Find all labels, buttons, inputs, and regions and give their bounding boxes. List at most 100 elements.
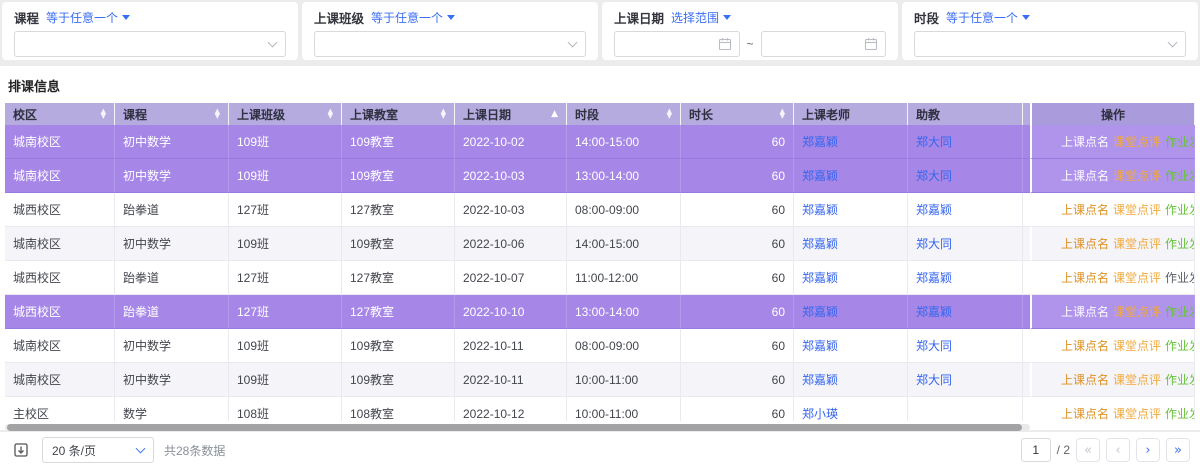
cell-3: 109教室	[342, 363, 455, 397]
table-row[interactable]: 城南校区 初中数学 109班 109教室 2022-10-11 08:00-09:00 60…	[5, 329, 1195, 363]
column-header-6[interactable]: 时长 ▲ ▼	[681, 103, 794, 125]
table-row[interactable]: 城南校区 初中数学 109班 109教室 2022-10-11 10:00-11:00 60…	[5, 363, 1195, 397]
homework-publish-link[interactable]: 作业发布	[1165, 134, 1194, 150]
class-review-link[interactable]: 课堂点评	[1113, 168, 1161, 184]
teacher-link[interactable]: 郑嘉颖	[802, 133, 838, 150]
column-header-label: 助教	[916, 107, 941, 122]
assistant-link[interactable]: 郑大同	[916, 371, 952, 388]
homework-publish-link[interactable]: 作业发布	[1165, 304, 1194, 320]
class-review-link[interactable]: 课堂点评	[1113, 372, 1161, 388]
class-review-link[interactable]: 课堂点评	[1113, 304, 1161, 320]
column-header-4[interactable]: 上课日期 ▲	[455, 103, 567, 125]
roll-call-link[interactable]: 上课点名	[1061, 372, 1109, 388]
cell-2: 127班	[229, 193, 342, 227]
teacher-link[interactable]: 郑嘉颖	[802, 337, 838, 354]
class-review-link[interactable]: 课堂点评	[1113, 202, 1161, 218]
cell-text: 10:00-11:00	[575, 372, 639, 387]
column-header-0[interactable]: 校区 ▲ ▼	[5, 103, 115, 125]
table-row[interactable]: 城南校区 初中数学 109班 109教室 2022-10-03 13:00-14:00 60…	[5, 159, 1195, 193]
assistant-link[interactable]: 郑大同	[916, 337, 952, 354]
class-review-link[interactable]: 课堂点评	[1113, 134, 1161, 150]
cell-text: 109教室	[350, 135, 395, 149]
cell-1: 初中数学	[115, 227, 229, 261]
next-page-button[interactable]: ›	[1136, 438, 1160, 462]
class-review-link[interactable]: 课堂点评	[1113, 338, 1161, 354]
operations-cell: 上课点名课堂点评作业发布	[1030, 227, 1195, 261]
class-review-link[interactable]: 课堂点评	[1113, 236, 1161, 252]
cell-7: 郑小瑛	[794, 397, 908, 421]
roll-call-link[interactable]: 上课点名	[1061, 168, 1109, 184]
assistant-link[interactable]: 郑大同	[916, 167, 952, 184]
column-header-label: 上课班级	[237, 107, 286, 122]
homework-publish-link[interactable]: 作业发布	[1165, 168, 1194, 184]
filter-mode-dropdown[interactable]: 等于任意一个	[46, 9, 131, 26]
roll-call-link[interactable]: 上课点名	[1061, 270, 1109, 286]
homework-publish-link[interactable]: 作业发布	[1165, 338, 1194, 354]
assistant-link[interactable]: 郑大同	[916, 133, 952, 150]
class-review-link[interactable]: 课堂点评	[1113, 270, 1161, 286]
teacher-link[interactable]: 郑小瑛	[802, 405, 838, 421]
homework-publish-link[interactable]: 作业发布	[1165, 202, 1194, 218]
teacher-link[interactable]: 郑嘉颖	[802, 269, 838, 286]
table-row[interactable]: 城西校区 跆拳道 127班 127教室 2022-10-07 11:00-12:00 60 郑…	[5, 261, 1195, 295]
class-review-link[interactable]: 课堂点评	[1113, 406, 1161, 422]
filter-mode-dropdown[interactable]: 等于任意一个	[371, 9, 456, 26]
course-select[interactable]	[14, 31, 286, 57]
filter-mode-dropdown[interactable]: 选择范围	[671, 9, 732, 26]
period-select[interactable]	[914, 31, 1186, 57]
page-size-select[interactable]: 20 条/页	[42, 437, 154, 463]
assistant-link[interactable]: 郑嘉颖	[916, 269, 952, 286]
date-end-input[interactable]	[760, 31, 887, 57]
homework-publish-link[interactable]: 作业发布	[1165, 372, 1194, 388]
homework-publish-link[interactable]: 作业发布	[1165, 270, 1194, 286]
table-row[interactable]: 城西校区 跆拳道 127班 127教室 2022-10-10 13:00-14:00 60 郑…	[5, 295, 1195, 329]
roll-call-link[interactable]: 上课点名	[1061, 406, 1109, 422]
roll-call-link[interactable]: 上课点名	[1061, 338, 1109, 354]
operations-cell: 上课点名课堂点评作业发布	[1030, 329, 1195, 363]
column-header-2[interactable]: 上课班级 ▲ ▼	[229, 103, 342, 125]
column-header-3[interactable]: 上课教室 ▲ ▼	[342, 103, 455, 125]
horizontal-scrollbar-thumb[interactable]	[7, 424, 1022, 431]
homework-publish-link[interactable]: 作业发布	[1165, 236, 1194, 252]
table-row[interactable]: 城南校区 初中数学 109班 109教室 2022-10-06 14:00-15:00 60…	[5, 227, 1195, 261]
export-button[interactable]	[10, 439, 32, 461]
header-spacer	[1023, 103, 1030, 125]
table-row[interactable]: 主校区 数学 108班 108教室 2022-10-12 10:00-11:00 60 郑小瑛…	[5, 397, 1195, 421]
roll-call-link[interactable]: 上课点名	[1061, 202, 1109, 218]
cell-7: 郑嘉颖	[794, 363, 908, 397]
roll-call-link[interactable]: 上课点名	[1061, 134, 1109, 150]
homework-publish-link[interactable]: 作业发布	[1165, 406, 1194, 422]
teacher-link[interactable]: 郑嘉颖	[802, 167, 838, 184]
teacher-link[interactable]: 郑嘉颖	[802, 303, 838, 320]
roll-call-link[interactable]: 上课点名	[1061, 304, 1109, 320]
prev-page-button[interactable]: ‹	[1106, 438, 1130, 462]
caret-down-icon	[723, 14, 732, 20]
cell-2: 108班	[229, 397, 342, 421]
assistant-link[interactable]: 郑嘉颖	[916, 303, 952, 320]
cell-0: 城西校区	[5, 193, 115, 227]
cell-8	[908, 397, 1023, 421]
first-page-button[interactable]: «	[1076, 438, 1100, 462]
row-spacer	[1023, 125, 1030, 159]
last-page-button[interactable]: »	[1166, 438, 1190, 462]
teacher-link[interactable]: 郑嘉颖	[802, 235, 838, 252]
cell-4: 2022-10-12	[455, 397, 567, 421]
column-header-5[interactable]: 时段 ▲ ▼	[567, 103, 681, 125]
roll-call-link[interactable]: 上课点名	[1061, 236, 1109, 252]
table-row[interactable]: 城南校区 初中数学 109班 109教室 2022-10-02 14:00-15:00 60…	[5, 125, 1195, 159]
cell-text: 2022-10-11	[463, 372, 524, 387]
filter-mode-dropdown[interactable]: 等于任意一个	[946, 9, 1031, 26]
current-page-input[interactable]: 1	[1020, 438, 1051, 462]
table-row[interactable]: 城西校区 跆拳道 127班 127教室 2022-10-03 08:00-09:00 60 郑…	[5, 193, 1195, 227]
assistant-link[interactable]: 郑嘉颖	[916, 201, 952, 218]
cell-text: 127班	[237, 203, 270, 217]
cell-8: 郑嘉颖	[908, 295, 1023, 329]
assistant-link[interactable]: 郑大同	[916, 235, 952, 252]
cell-0: 主校区	[5, 397, 115, 421]
sort-ascending-icon: ▲	[551, 109, 558, 119]
column-header-1[interactable]: 课程 ▲ ▼	[115, 103, 229, 125]
teacher-link[interactable]: 郑嘉颖	[802, 371, 838, 388]
date-start-input[interactable]	[614, 31, 740, 57]
class-select[interactable]	[314, 31, 586, 57]
teacher-link[interactable]: 郑嘉颖	[802, 201, 838, 218]
